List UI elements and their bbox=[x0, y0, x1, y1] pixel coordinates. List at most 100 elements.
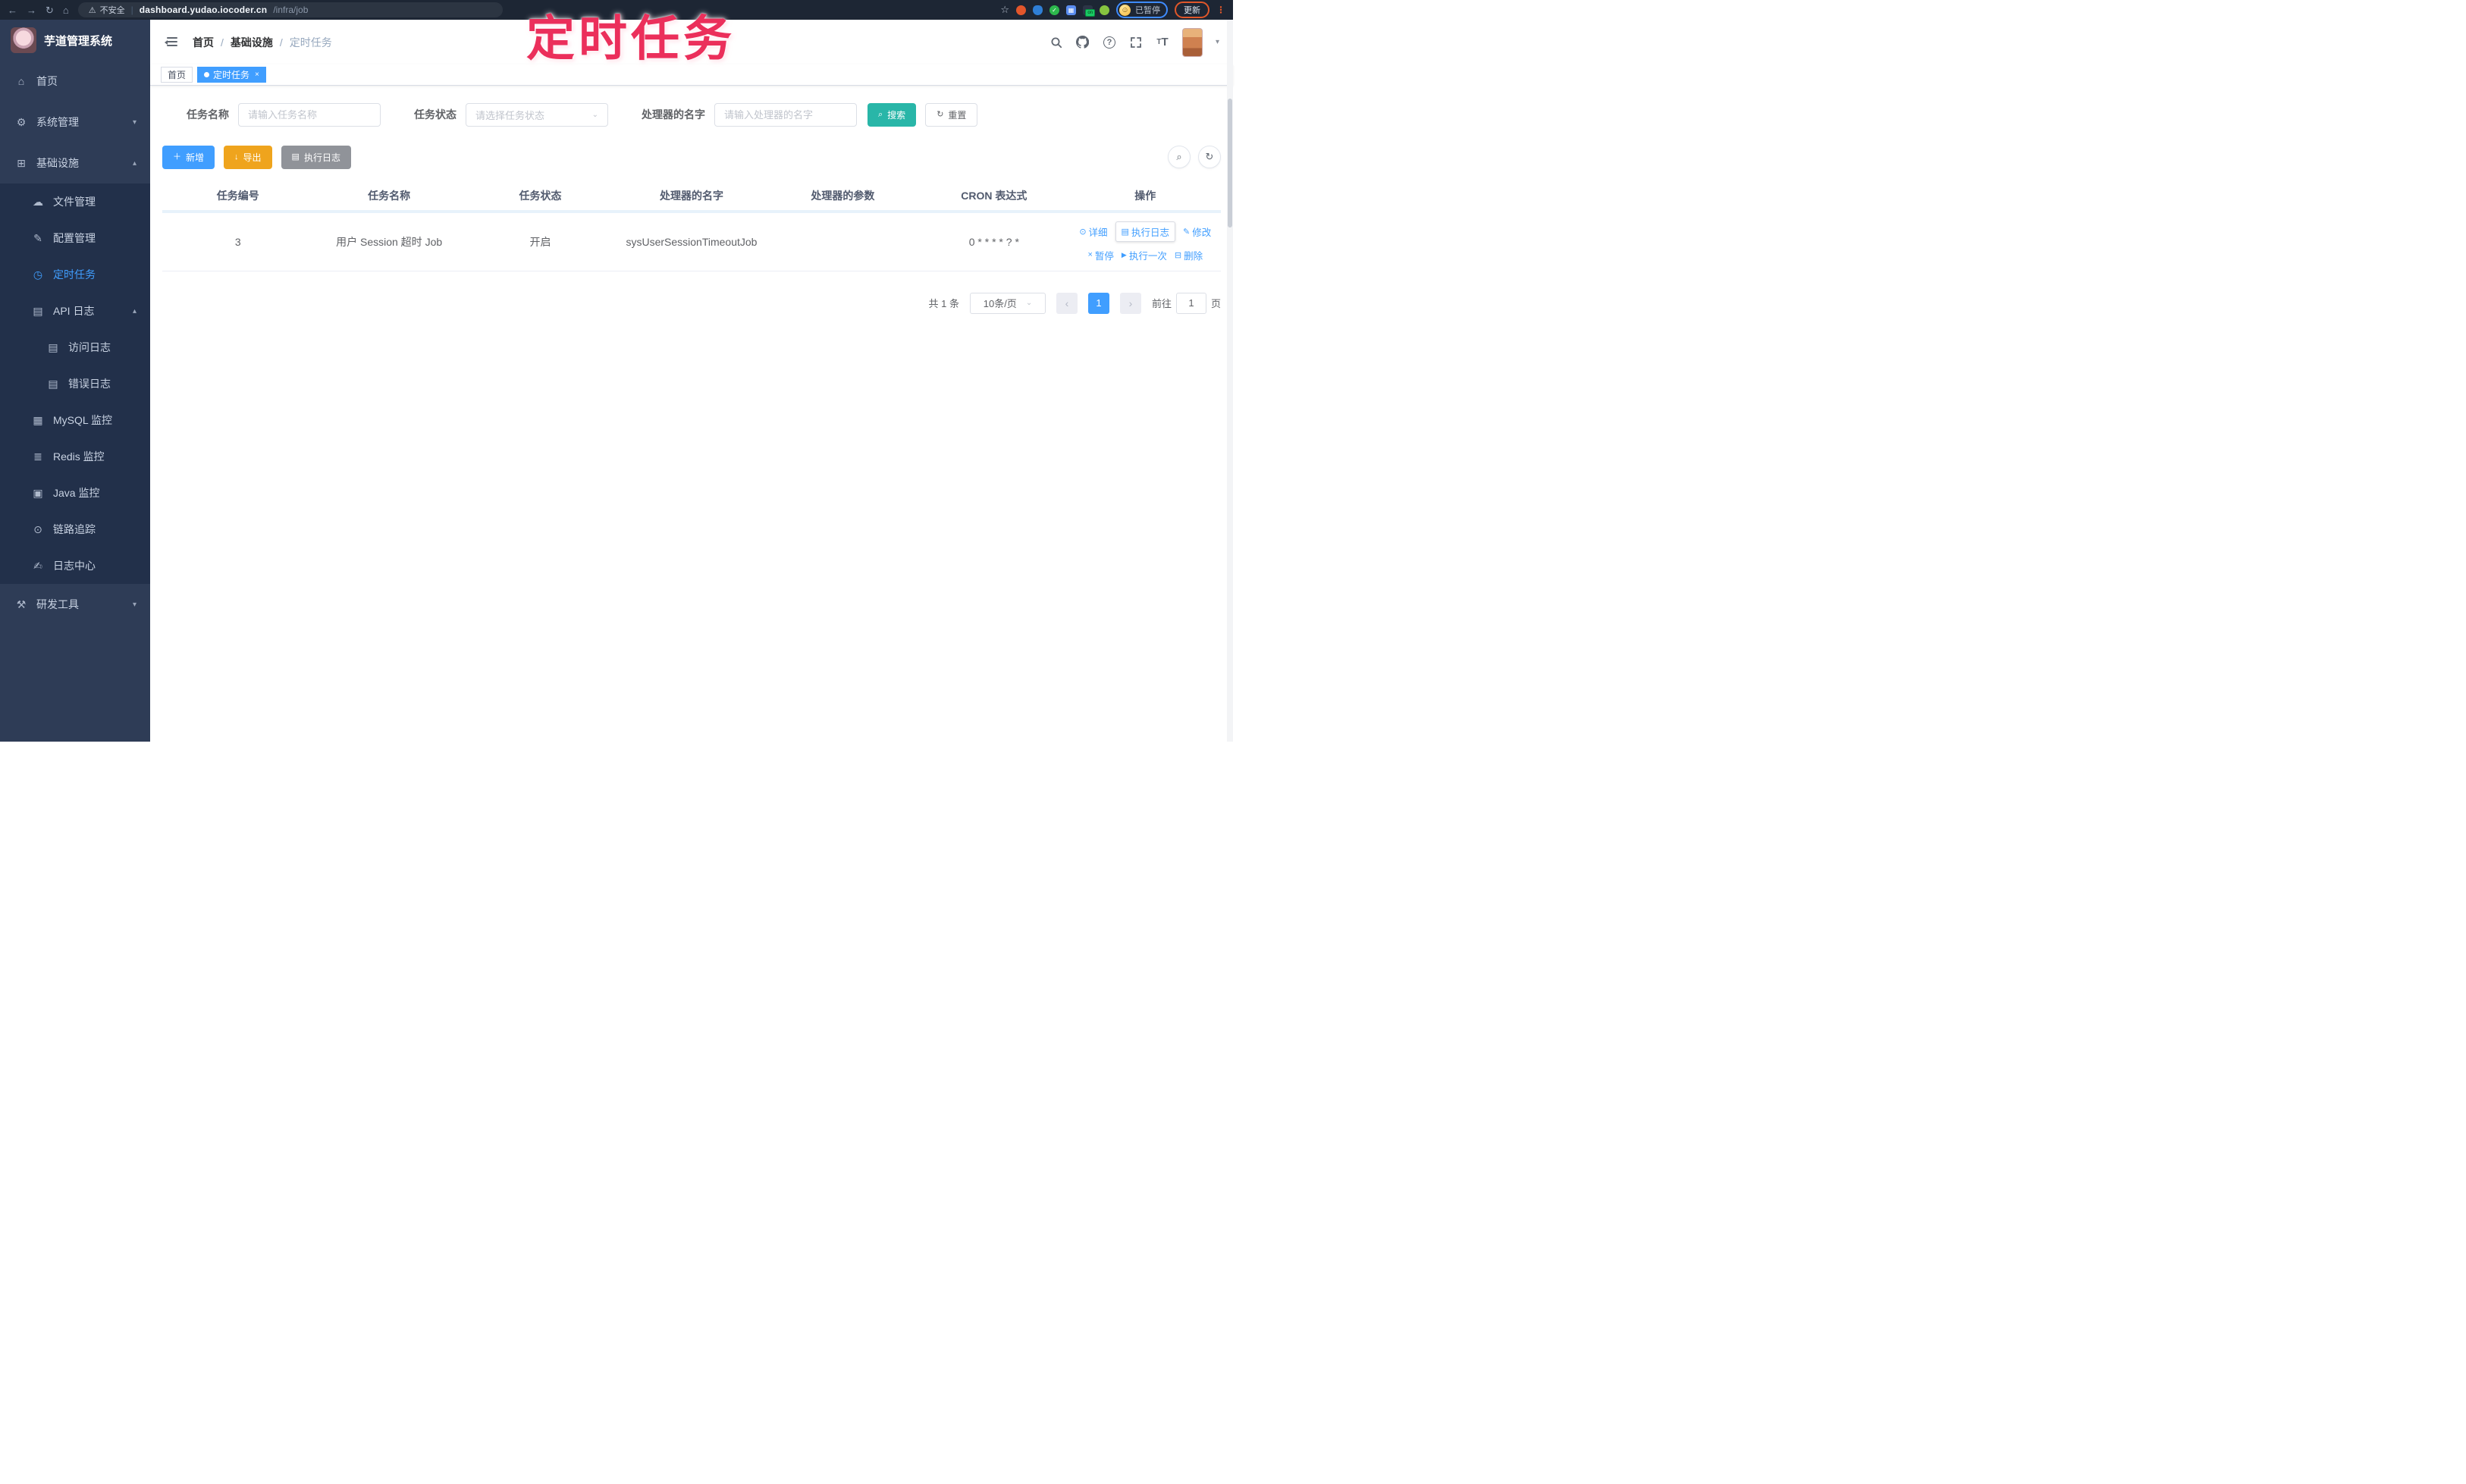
delete-icon bbox=[1175, 250, 1181, 260]
java-icon bbox=[32, 487, 44, 500]
add-button[interactable]: ＋ 新增 bbox=[162, 145, 215, 169]
sidebar-item-home[interactable]: 首页 bbox=[0, 61, 150, 102]
url-path: /infra/job bbox=[273, 5, 309, 15]
extension-icon-grid[interactable]: ▦ bbox=[1066, 5, 1076, 15]
sidebar-item-scheduled-jobs[interactable]: 定时任务 bbox=[0, 256, 150, 293]
breadcrumb-home[interactable]: 首页 bbox=[193, 35, 214, 50]
pause-link[interactable]: 暂停 bbox=[1087, 248, 1114, 262]
col-job-name: 任务名称 bbox=[313, 181, 465, 213]
avatar[interactable] bbox=[1181, 27, 1203, 57]
breadcrumb-infrastructure[interactable]: 基础设施 bbox=[231, 35, 273, 50]
sidebar-item-api-log[interactable]: API 日志 ▴ bbox=[0, 293, 150, 329]
breadcrumb: 首页 / 基础设施 / 定时任务 bbox=[193, 35, 332, 50]
sidebar-item-dev-tools[interactable]: 研发工具 ▾ bbox=[0, 584, 150, 625]
prev-page-button[interactable]: ‹ bbox=[1056, 292, 1078, 314]
browser-update-button[interactable]: 更新 bbox=[1175, 2, 1209, 18]
chevron-up-icon: ▴ bbox=[132, 158, 136, 168]
sidebar-item-config-mgmt[interactable]: 配置管理 bbox=[0, 220, 150, 256]
run-once-link[interactable]: 执行一次 bbox=[1122, 248, 1167, 262]
address-bar[interactable]: ⚠ 不安全 | dashboard.yudao.iocoder.cn /infra… bbox=[77, 2, 503, 17]
search-button[interactable]: ⌕ 搜索 bbox=[867, 102, 917, 127]
sidebar-item-infrastructure[interactable]: 基础设施 ▴ bbox=[0, 143, 150, 184]
delete-link[interactable]: 删除 bbox=[1175, 248, 1203, 262]
extension-icon-green-check[interactable]: ✓ bbox=[1049, 5, 1059, 15]
scrollbar-thumb[interactable] bbox=[1228, 99, 1232, 227]
col-job-status: 任务状态 bbox=[464, 181, 616, 213]
col-cron: CRON 表达式 bbox=[918, 181, 1070, 213]
update-label: 更新 bbox=[1184, 6, 1200, 15]
sidebar-item-java-monitor[interactable]: Java 监控 bbox=[0, 475, 150, 511]
tags-view-bar: 首页 定时任务 × bbox=[150, 64, 1233, 86]
edit-icon bbox=[32, 232, 44, 245]
col-handler-param: 处理器的参数 bbox=[767, 181, 919, 213]
sidebar-item-redis-monitor[interactable]: Redis 监控 bbox=[0, 438, 150, 475]
collapse-sidebar-icon[interactable] bbox=[164, 37, 177, 47]
scrollbar-track[interactable] bbox=[1227, 20, 1233, 742]
sidebar-item-file-mgmt[interactable]: 文件管理 bbox=[0, 184, 150, 220]
browser-menu-icon[interactable]: ⋮ bbox=[1216, 5, 1225, 15]
cell-job-id: 3 bbox=[162, 212, 314, 271]
sidebar-item-system-mgmt[interactable]: 系统管理 ▾ bbox=[0, 102, 150, 143]
screen: ← → ↻ ⌂ ⚠ 不安全 | dashboard.yudao.iocoder.c… bbox=[0, 0, 1233, 742]
font-size-icon[interactable]: TT bbox=[1156, 36, 1169, 49]
browser-home-icon[interactable]: ⌂ bbox=[63, 5, 69, 15]
fullscreen-icon[interactable] bbox=[1129, 36, 1143, 49]
page-size-select[interactable]: 10条/页 ⌄ bbox=[969, 292, 1046, 314]
reset-button[interactable]: ↻ 重置 bbox=[925, 102, 978, 127]
caret-down-icon[interactable]: ▾ bbox=[1216, 38, 1219, 46]
col-job-id: 任务编号 bbox=[162, 181, 314, 213]
help-icon[interactable]: ? bbox=[1103, 36, 1116, 49]
github-icon[interactable] bbox=[1076, 36, 1090, 49]
modify-link[interactable]: 修改 bbox=[1183, 224, 1211, 239]
back-arrow-icon[interactable]: ← bbox=[8, 5, 17, 15]
extension-icon-on-badge[interactable]: on bbox=[1083, 5, 1095, 17]
tab-scheduled-jobs[interactable]: 定时任务 × bbox=[197, 67, 266, 83]
handler-name-input[interactable] bbox=[714, 102, 857, 127]
plus-icon: ＋ bbox=[173, 152, 181, 162]
close-tab-icon[interactable]: × bbox=[255, 71, 259, 79]
security-warning[interactable]: ⚠ 不安全 bbox=[89, 4, 125, 16]
app-title: 芋道管理系统 bbox=[44, 34, 113, 48]
sidebar-menu: 首页 系统管理 ▾ 基础设施 ▴ 文件管理 配置 bbox=[0, 61, 150, 742]
exec-log-button[interactable]: ▤ 执行日志 bbox=[281, 145, 351, 169]
exec-log-link[interactable]: 执行日志 bbox=[1115, 221, 1175, 242]
forward-arrow-icon[interactable]: → bbox=[27, 5, 36, 15]
extension-icon-orange[interactable] bbox=[1016, 5, 1026, 15]
browser-toolbar: ← → ↻ ⌂ ⚠ 不安全 | dashboard.yudao.iocoder.c… bbox=[0, 0, 1233, 20]
col-handler-name: 处理器的名字 bbox=[616, 181, 767, 213]
sidebar-item-log-center[interactable]: 日志中心 bbox=[0, 547, 150, 584]
sidebar-item-access-log[interactable]: 访问日志 bbox=[0, 329, 150, 366]
detail-link[interactable]: 详细 bbox=[1079, 224, 1108, 239]
search-icon[interactable] bbox=[1049, 36, 1063, 49]
header-actions: ? TT ▾ bbox=[1049, 27, 1219, 57]
bookmark-star-icon[interactable]: ☆ bbox=[1000, 4, 1009, 16]
sidebar-item-error-log[interactable]: 错误日志 bbox=[0, 366, 150, 402]
app-logo-row[interactable]: 芋道管理系统 bbox=[0, 20, 150, 61]
export-button[interactable]: ↓ 导出 bbox=[224, 145, 272, 169]
gear-icon bbox=[15, 116, 27, 129]
sidebar-item-mysql-monitor[interactable]: MySQL 监控 bbox=[0, 402, 150, 438]
edit-icon bbox=[1183, 227, 1190, 237]
handler-name-label: 处理器的名字 bbox=[642, 108, 705, 121]
goto-page-input[interactable] bbox=[1175, 292, 1206, 314]
page-number-1[interactable]: 1 bbox=[1087, 292, 1109, 314]
refresh-table-button[interactable]: ↻ bbox=[1198, 146, 1221, 168]
page-header: 首页 / 基础设施 / 定时任务 ? T T ▾ bbox=[150, 20, 1233, 64]
next-page-button[interactable]: › bbox=[1119, 292, 1141, 314]
filter-form: 任务名称 任务状态 请选择任务状态 ⌄ 处理器的名字 ⌕ 搜索 bbox=[162, 102, 1221, 127]
paused-label: 已暂停 bbox=[1135, 6, 1160, 15]
log-icon bbox=[32, 305, 44, 318]
extension-icon-leaf[interactable] bbox=[1100, 5, 1109, 15]
tab-home[interactable]: 首页 bbox=[161, 67, 193, 83]
timer-icon bbox=[32, 268, 44, 281]
log-icon bbox=[47, 341, 59, 354]
play-icon bbox=[1122, 250, 1127, 259]
job-name-input[interactable] bbox=[238, 102, 381, 127]
job-status-select[interactable]: 请选择任务状态 ⌄ bbox=[466, 102, 608, 127]
extension-icon-blue[interactable] bbox=[1033, 5, 1043, 15]
eye-icon bbox=[1079, 227, 1086, 237]
paused-extension-chip[interactable]: ☺ 已暂停 bbox=[1116, 2, 1168, 18]
reload-icon[interactable]: ↻ bbox=[45, 5, 54, 15]
toggle-search-button[interactable]: ⌕ bbox=[1168, 146, 1191, 168]
sidebar-item-trace[interactable]: 链路追踪 bbox=[0, 511, 150, 547]
